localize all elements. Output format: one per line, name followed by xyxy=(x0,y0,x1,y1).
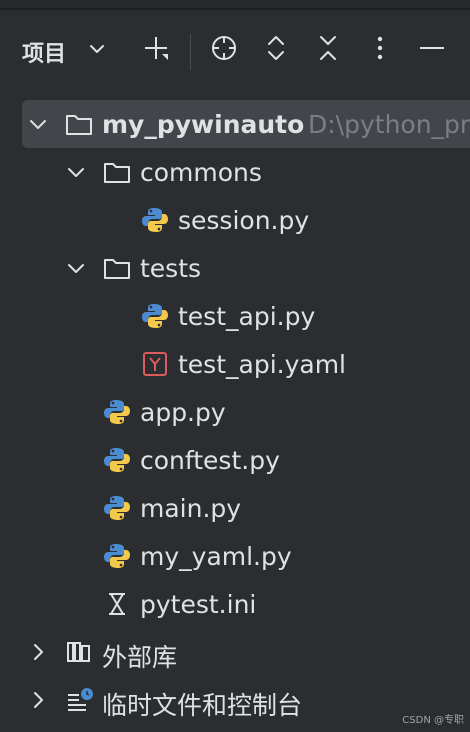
project-panel: { "header": { "title": "项目", "icons": ["… xyxy=(0,0,470,732)
chevron-right-icon[interactable] xyxy=(28,690,48,710)
python-file-icon xyxy=(104,496,130,520)
tree-item-label: pytest.ini xyxy=(140,590,257,619)
tree-item-label: session.py xyxy=(178,206,310,235)
chevron-down-icon[interactable] xyxy=(28,114,48,134)
tree-item-tests[interactable]: tests xyxy=(0,244,470,292)
python-file-icon xyxy=(104,400,130,424)
library-icon xyxy=(67,642,90,662)
tree-item-scratches[interactable]: 临时文件和控制台 xyxy=(0,676,470,724)
tree-item-pytest-ini[interactable]: pytest.ini xyxy=(0,580,470,628)
panel-title[interactable]: 项目 xyxy=(22,36,66,68)
folder-icon xyxy=(104,259,130,279)
tree-item-label: test_api.py xyxy=(178,302,316,331)
tree-item-external-libraries[interactable]: 外部库 xyxy=(0,628,470,676)
tree-item-test-api-py[interactable]: test_api.py xyxy=(0,292,470,340)
tree-item-test-api-yaml[interactable]: test_api.yaml xyxy=(0,340,470,388)
tree-item-label: my_yaml.py xyxy=(140,542,292,571)
chevron-down-icon[interactable] xyxy=(88,40,106,58)
tree-item-label: tests xyxy=(140,254,202,283)
scratches-icon xyxy=(68,688,93,711)
chevron-down-icon[interactable] xyxy=(66,258,86,278)
minimize-icon[interactable] xyxy=(418,34,446,62)
ini-file-icon xyxy=(109,593,125,615)
tree-item-app-py[interactable]: app.py xyxy=(0,388,470,436)
watermark: CSDN @专职 xyxy=(402,715,464,726)
folder-icon xyxy=(104,163,130,183)
tree-item-path: D:\python_pr xyxy=(308,110,470,139)
more-icon[interactable] xyxy=(366,34,394,62)
tree-item-label: app.py xyxy=(140,398,226,427)
chevron-down-icon[interactable] xyxy=(66,162,86,182)
chevron-right-icon[interactable] xyxy=(28,642,48,662)
tree-item-label: commons xyxy=(140,158,262,187)
toolbar-separator xyxy=(190,34,191,70)
tree-item-label: main.py xyxy=(140,494,242,523)
tree-item-conftest-py[interactable]: conftest.py xyxy=(0,436,470,484)
python-file-icon xyxy=(142,208,168,232)
expand-all-icon[interactable] xyxy=(262,34,290,62)
tree-item-root[interactable]: my_pywinauto D:\python_pr xyxy=(22,100,470,148)
top-strip xyxy=(0,0,470,10)
yaml-file-icon xyxy=(143,352,167,376)
tree-item-label: conftest.py xyxy=(140,446,280,475)
tree-item-label: 临时文件和控制台 xyxy=(102,691,303,720)
python-file-icon xyxy=(104,544,130,568)
folder-icon xyxy=(66,115,92,135)
locate-icon[interactable] xyxy=(210,34,238,62)
tree-item-label: 外部库 xyxy=(102,643,178,672)
tree-item-main-py[interactable]: main.py xyxy=(0,484,470,532)
panel-header: 项目 xyxy=(0,22,470,82)
python-file-icon xyxy=(142,304,168,328)
tree-item-session-py[interactable]: session.py xyxy=(0,196,470,244)
tree-item-label: test_api.yaml xyxy=(178,350,347,379)
tree-item-label: my_pywinauto xyxy=(102,110,305,139)
add-icon[interactable] xyxy=(142,34,170,62)
collapse-all-icon[interactable] xyxy=(314,34,342,62)
python-file-icon xyxy=(104,448,130,472)
tree-item-my-yaml-py[interactable]: my_yaml.py xyxy=(0,532,470,580)
tree-item-commons[interactable]: commons xyxy=(0,148,470,196)
